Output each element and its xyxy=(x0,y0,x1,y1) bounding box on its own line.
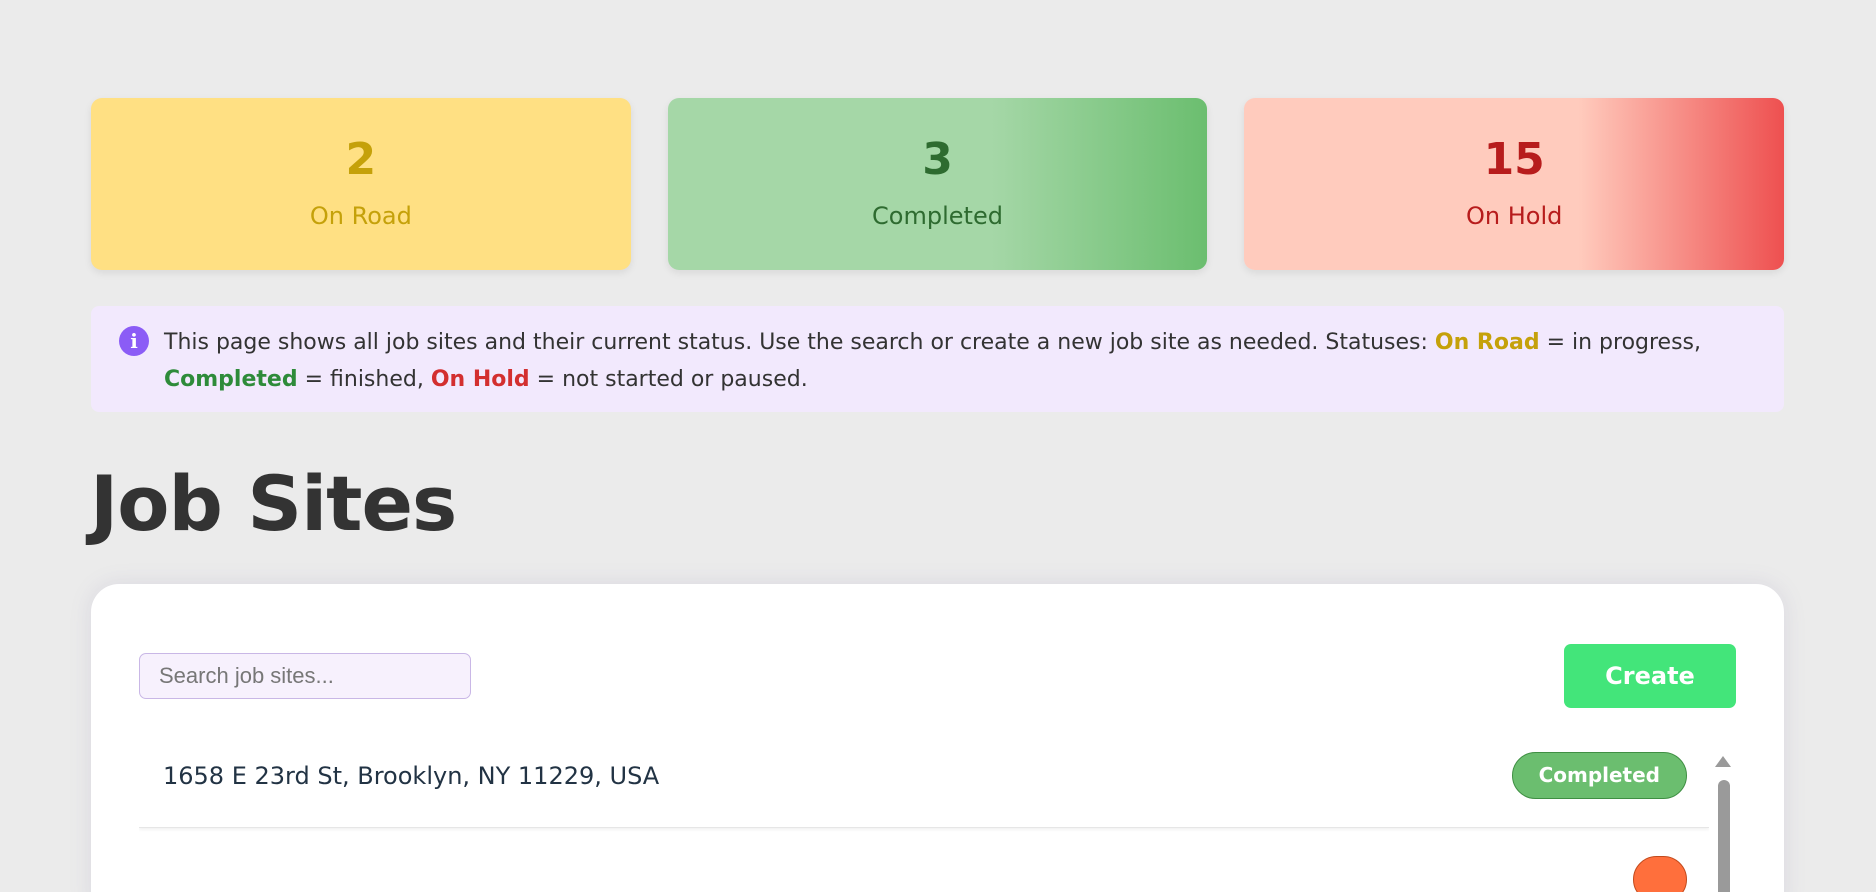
stat-card-completed[interactable]: 3 Completed xyxy=(667,98,1208,270)
status-summary: 2 On Road 3 Completed 15 On Hold xyxy=(91,98,1785,270)
job-site-address: 1658 E 23rd St, Brooklyn, NY 11229, USA xyxy=(163,761,660,790)
info-completed: Completed xyxy=(164,367,298,392)
stat-label-on-hold: On Hold xyxy=(1465,202,1563,230)
stat-card-on-hold[interactable]: 15 On Hold xyxy=(1244,98,1785,270)
stat-count-completed: 3 xyxy=(922,134,953,185)
scrollbar-thumb[interactable] xyxy=(1718,780,1730,892)
stat-label-completed: Completed xyxy=(872,202,1003,230)
info-on-road: On Road xyxy=(1434,330,1540,355)
stat-count-on-road: 2 xyxy=(345,134,377,185)
list-item[interactable] xyxy=(139,828,1709,892)
info-on-hold-desc: = not started or paused. xyxy=(529,367,808,392)
info-on-road-desc: = in progress, xyxy=(1539,330,1702,355)
status-badge: Completed xyxy=(1511,752,1687,799)
job-sites-page: 2 On Road 3 Completed 15 On Hold i This … xyxy=(0,0,1876,892)
scroll-up-arrow[interactable] xyxy=(1715,756,1731,767)
page-title: Job Sites xyxy=(90,459,457,548)
stat-label-on-road: On Road xyxy=(309,202,412,230)
info-icon: i xyxy=(119,326,149,356)
search-input[interactable] xyxy=(139,653,471,699)
list-item[interactable]: 1658 E 23rd St, Brooklyn, NY 11229, USA … xyxy=(139,724,1709,828)
info-text: This page shows all job sites and their … xyxy=(164,330,1435,355)
info-completed-desc: = finished, xyxy=(297,367,431,392)
status-badge xyxy=(1633,856,1687,892)
stat-count-on-hold: 15 xyxy=(1483,134,1545,185)
info-on-hold: On Hold xyxy=(430,367,530,392)
job-sites-panel: Create 1658 E 23rd St, Brooklyn, NY 1122… xyxy=(91,584,1784,892)
stat-card-on-road[interactable]: 2 On Road xyxy=(91,98,631,270)
create-button[interactable]: Create xyxy=(1564,644,1736,708)
job-site-list: 1658 E 23rd St, Brooklyn, NY 11229, USA … xyxy=(139,724,1709,892)
info-banner: i This page shows all job sites and thei… xyxy=(91,306,1784,412)
